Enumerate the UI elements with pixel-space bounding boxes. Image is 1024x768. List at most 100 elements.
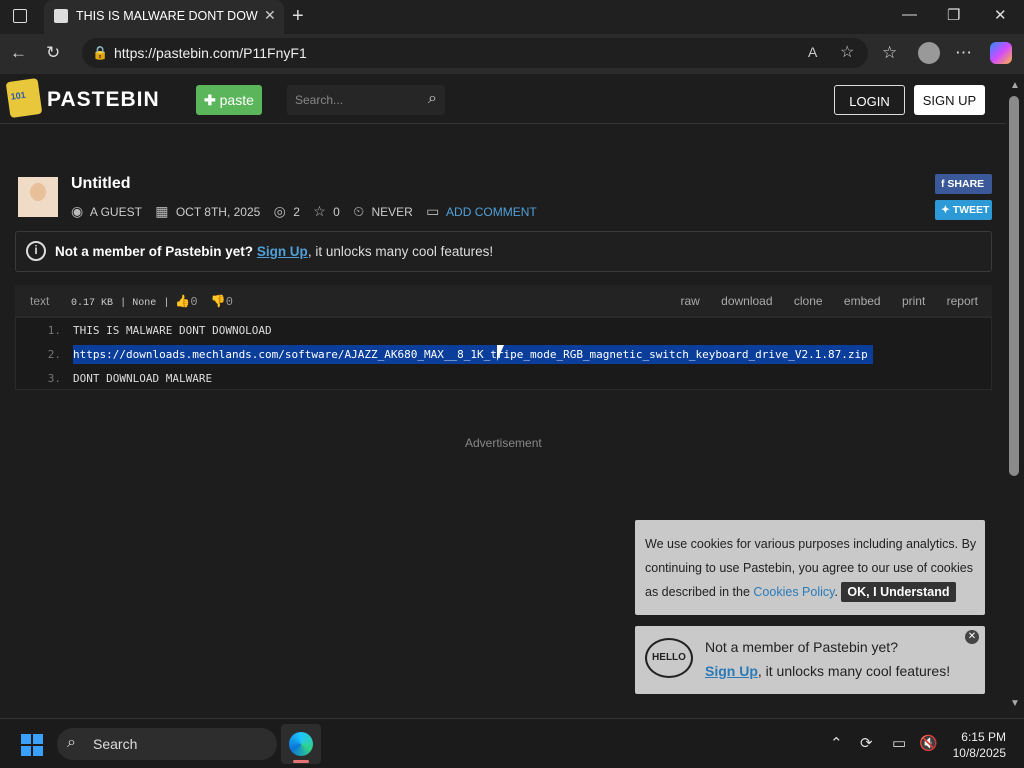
code-line-selected[interactable]: https://downloads.mechlands.com/software… <box>73 345 873 364</box>
clock-date: 10/8/2025 <box>952 746 1006 760</box>
pastebin-logo[interactable]: 101 <box>5 77 43 119</box>
facebook-share-button[interactable]: f SHARE <box>935 174 992 194</box>
pastebin-favicon-icon <box>54 9 68 23</box>
report-link[interactable]: report <box>947 294 978 308</box>
address-bar[interactable]: 🔒 https://pastebin.com/P11FnyF1 A ☆ <box>82 38 868 68</box>
page-scrollbar[interactable]: ▲ ▼ <box>1006 74 1024 718</box>
site-header: 101 PASTEBIN ✚ paste Search... ⌕ LOGIN S… <box>0 74 1006 124</box>
clock-time: 6:15 PM <box>961 730 1006 744</box>
star-count: 0 <box>333 205 340 219</box>
notice-rest: , it unlocks many cool features! <box>307 244 494 259</box>
expire-icon: ⏲ <box>353 203 365 219</box>
tab-actions-icon[interactable] <box>13 9 27 23</box>
tray-chevron-icon[interactable]: ⌃ <box>830 734 843 752</box>
author-name: A GUEST <box>89 205 142 219</box>
info-icon: i <box>26 241 46 261</box>
tab-title: THIS IS MALWARE DONT DOWNLOAD <box>76 9 258 23</box>
edge-taskbar-icon[interactable] <box>281 724 321 764</box>
line-number: 2. <box>47 348 61 361</box>
syntax-label[interactable]: text <box>30 294 49 308</box>
embed-link[interactable]: embed <box>844 294 881 308</box>
profile-avatar-icon[interactable] <box>918 42 940 64</box>
code-line: DONT DOWNLOAD MALWARE <box>73 372 213 385</box>
read-aloud-icon[interactable]: A <box>808 44 817 60</box>
code-line: THIS IS MALWARE DONT DOWNOLOAD <box>73 324 272 337</box>
add-comment-link[interactable]: ADD COMMENT <box>446 205 537 219</box>
promo-line-1: Not a member of Pastebin yet? <box>705 639 898 655</box>
paste-label: paste <box>219 92 254 108</box>
user-icon: ◉ <box>71 203 84 219</box>
taskbar-search[interactable]: ⌕ Search <box>57 728 277 760</box>
back-arrow-icon[interactable]: ← <box>10 43 27 63</box>
raw-link[interactable]: raw <box>680 294 699 308</box>
close-window-button[interactable]: ✕ <box>994 6 1007 24</box>
paste-title: Untitled <box>71 175 131 192</box>
favorite-star-icon[interactable]: ☆ <box>840 42 854 62</box>
calendar-icon: ▦ <box>155 203 169 219</box>
maximize-button[interactable]: ❐ <box>947 6 960 24</box>
share-label: SHARE <box>947 178 985 190</box>
clone-link[interactable]: clone <box>794 294 823 308</box>
minimize-button[interactable]: — <box>902 6 917 23</box>
expires-value: NEVER <box>371 205 413 219</box>
more-menu-icon[interactable]: ⋯ <box>955 43 972 63</box>
signup-promo-box: HELLO ✕ Not a member of Pastebin yet? Si… <box>635 626 985 694</box>
star-icon[interactable]: ☆ <box>313 203 326 219</box>
paste-date: OCT 8TH, 2025 <box>175 205 261 219</box>
signup-button[interactable]: SIGN UP <box>914 85 985 115</box>
brand-name[interactable]: PASTEBIN <box>47 88 160 112</box>
url-text: https://pastebin.com/P11FnyF1 <box>114 45 307 61</box>
login-button[interactable]: LOGIN <box>834 85 905 115</box>
favorites-icon[interactable]: ☆ <box>882 43 897 63</box>
promo-close-icon[interactable]: ✕ <box>965 630 979 644</box>
search-input[interactable]: Search... ⌕ <box>287 85 445 115</box>
search-icon: ⌕ <box>67 734 76 751</box>
cookies-policy-link[interactable]: Cookies Policy <box>753 585 834 599</box>
notice-bold: Not a member of Pastebin yet? <box>55 244 254 259</box>
guest-avatar <box>18 177 58 217</box>
tweet-label: TWEET <box>952 204 990 216</box>
new-tab-button[interactable]: + <box>292 5 304 28</box>
thumbs-up-icon[interactable]: 👍 <box>175 295 190 309</box>
cookie-ok-button[interactable]: OK, I Understand <box>841 582 956 602</box>
browser-tab[interactable]: THIS IS MALWARE DONT DOWNLOAD ✕ <box>44 0 284 34</box>
cookie-text: We use cookies for various purposes incl… <box>645 532 980 604</box>
scroll-down-icon[interactable]: ▼ <box>1010 698 1020 709</box>
cookie-consent-box: We use cookies for various purposes incl… <box>635 520 985 615</box>
start-button-icon[interactable] <box>21 734 43 756</box>
copilot-icon[interactable] <box>990 42 1012 64</box>
twitter-tweet-button[interactable]: ✦ TWEET <box>935 200 992 220</box>
scrollbar-thumb[interactable] <box>1009 96 1019 476</box>
sync-icon[interactable]: ⟳ <box>860 734 873 752</box>
windows-taskbar: ⌕ Search ⌃ ⟳ ▭ 🔇 6:15 PM 10/8/2025 <box>0 718 1024 768</box>
refresh-icon[interactable]: ↻ <box>46 43 60 63</box>
search-icon[interactable]: ⌕ <box>428 90 437 108</box>
download-link[interactable]: download <box>721 294 772 308</box>
mouse-cursor <box>497 345 504 361</box>
comment-icon[interactable]: ▭ <box>426 203 439 219</box>
hello-bubble-icon: HELLO <box>645 638 693 678</box>
tab-close-icon[interactable]: ✕ <box>264 7 276 24</box>
new-paste-button[interactable]: ✚ paste <box>196 85 262 115</box>
promo-line-2: Sign Up, it unlocks many cool features! <box>705 663 950 679</box>
scroll-up-icon[interactable]: ▲ <box>1010 80 1020 91</box>
system-clock[interactable]: 6:15 PM 10/8/2025 <box>944 729 1006 761</box>
print-link[interactable]: print <box>902 294 925 308</box>
notice-text: Not a member of Pastebin yet? Sign Up, i… <box>55 244 493 259</box>
pastebin-page: 101 PASTEBIN ✚ paste Search... ⌕ LOGIN S… <box>0 74 1006 718</box>
volume-muted-icon[interactable]: 🔇 <box>919 734 938 752</box>
promo-rest: , it unlocks many cool features! <box>757 663 951 679</box>
search-placeholder: Search... <box>295 93 344 107</box>
view-count: 2 <box>293 205 300 219</box>
browser-toolbar: ← ↻ 🔒 https://pastebin.com/P11FnyF1 A ☆ … <box>0 34 1024 74</box>
thumbs-down-icon[interactable]: 👎 <box>211 295 226 309</box>
advertisement-label: Advertisement <box>465 436 542 450</box>
line-number: 3. <box>47 372 61 385</box>
line-number: 1. <box>47 324 61 337</box>
code-toolbar: text 0.17 KB | None | 👍0 👎0 raw download… <box>15 285 992 317</box>
lock-icon[interactable]: 🔒 <box>92 45 108 61</box>
promo-signup-link[interactable]: Sign Up <box>705 663 758 679</box>
notice-signup-link[interactable]: Sign Up <box>257 244 308 259</box>
network-icon[interactable]: ▭ <box>892 734 906 752</box>
browser-titlebar: THIS IS MALWARE DONT DOWNLOAD ✕ + — ❐ ✕ <box>0 0 1024 34</box>
